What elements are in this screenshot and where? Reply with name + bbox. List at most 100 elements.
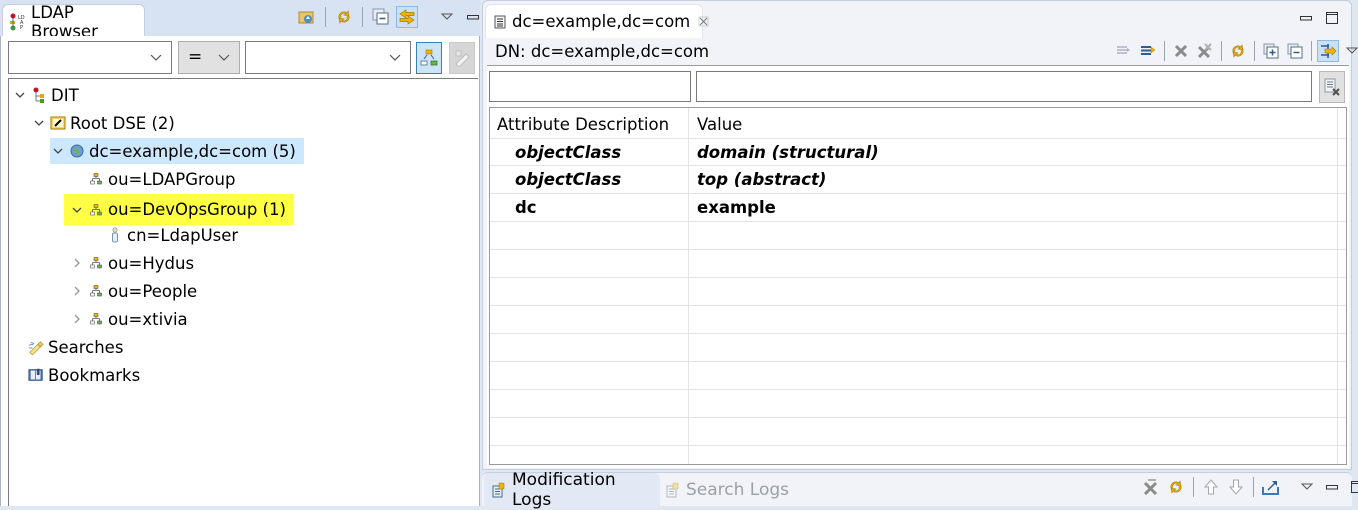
ou-icon: [88, 202, 104, 218]
dit-icon: [31, 87, 47, 103]
svg-text:P: P: [20, 25, 23, 31]
tab-entry-editor[interactable]: dc=example,dc=com: [485, 4, 703, 38]
filter-value-combo[interactable]: [245, 41, 411, 74]
expanded-chevron-icon[interactable]: [69, 202, 85, 218]
collapsed-chevron-icon[interactable]: [69, 255, 85, 271]
minimize-icon: [466, 13, 480, 21]
editor-maximize-button[interactable]: [1321, 7, 1343, 29]
toolbar-separator: [1193, 477, 1194, 497]
logs-view: Modification Logs Search Logs: [482, 472, 1352, 506]
tree-item-dit[interactable]: DIT: [12, 82, 79, 108]
attribute-filter-input[interactable]: [489, 71, 691, 102]
expanded-chevron-icon[interactable]: [31, 115, 47, 131]
dn-bar: DN: dc=example,dc=com: [487, 38, 1349, 66]
tree-item-dc-example[interactable]: dc=example,dc=com (5): [50, 138, 304, 164]
logs-view-menu-button[interactable]: [1296, 476, 1318, 498]
entry-editor-icon: [494, 15, 506, 29]
modification-logs-icon: [492, 482, 506, 498]
minimize-button[interactable]: [462, 6, 484, 28]
operator-combo[interactable]: =: [178, 41, 240, 74]
value-cell[interactable]: domain (structural): [697, 143, 879, 162]
table-row[interactable]: objectClass top (abstract): [490, 166, 1346, 194]
tree-item-ou-devopsgroup[interactable]: ou=DevOpsGroup (1): [64, 194, 294, 225]
tab-label: Search Logs: [686, 480, 789, 500]
searches-icon: [28, 339, 44, 355]
logs-toolbar: [1140, 476, 1358, 498]
logs-maximize-button[interactable]: [1346, 476, 1358, 498]
tree-item-ou-xtivia[interactable]: ou=xtivia: [69, 306, 188, 332]
table-row[interactable]: dc example: [490, 194, 1346, 222]
tab-search-logs[interactable]: Search Logs: [666, 473, 789, 507]
up-icon: [1204, 479, 1218, 495]
attribute-combo[interactable]: [8, 41, 172, 74]
empty-row: [490, 278, 1346, 306]
tree-item-label: ou=xtivia: [108, 310, 188, 329]
editor-window-controls: [1295, 7, 1343, 29]
refresh-logs-button[interactable]: [1165, 476, 1187, 498]
show-decorated-values-button[interactable]: [1317, 40, 1339, 62]
tree-item-root-dse[interactable]: Root DSE (2): [31, 110, 175, 136]
attribute-cell: objectClass: [515, 170, 621, 189]
editor-toolbar: [1113, 40, 1358, 62]
minimize-icon: [1299, 14, 1313, 22]
tree-item-bookmarks[interactable]: Bookmarks: [28, 362, 140, 388]
tree-item-label: DIT: [51, 86, 79, 105]
logs-minimize-button[interactable]: [1321, 476, 1343, 498]
clear-logs-button[interactable]: [1140, 476, 1162, 498]
tree-item-ou-people[interactable]: ou=People: [69, 278, 197, 304]
value-cell[interactable]: top (abstract): [697, 170, 826, 189]
delete-all-button[interactable]: [1194, 40, 1216, 62]
link-with-editor-button[interactable]: [396, 6, 418, 28]
quick-search-button[interactable]: [416, 42, 442, 74]
editor-minimize-button[interactable]: [1295, 7, 1317, 29]
view-menu-button[interactable]: [436, 6, 458, 28]
table-row[interactable]: objectClass domain (structural): [490, 138, 1346, 166]
entry-editor: dc=example,dc=com DN: dc=example,dc=com: [482, 0, 1352, 470]
value-cell[interactable]: example: [697, 198, 776, 217]
tree-item-cn-ldapuser[interactable]: cn=LdapUser: [88, 222, 238, 248]
tree-item-label: dc=example,dc=com (5): [89, 142, 296, 161]
editor-tabbar: dc=example,dc=com: [483, 1, 1351, 37]
collapsed-chevron-icon[interactable]: [69, 311, 85, 327]
tree-item-ou-ldapgroup[interactable]: ou=LDAPGroup: [69, 166, 235, 192]
clear-icon: [1142, 478, 1160, 496]
ou-icon: [88, 171, 104, 187]
root-dse-icon: [50, 115, 66, 131]
refresh-entry-button[interactable]: [1227, 40, 1249, 62]
attribute-cell: dc: [515, 198, 537, 217]
clear-search-button[interactable]: [449, 42, 475, 74]
down-icon: [1229, 479, 1243, 495]
empty-row: [490, 390, 1346, 418]
show-operational-button[interactable]: [1137, 40, 1159, 62]
tree-item-label: Root DSE (2): [70, 114, 175, 133]
value-filter-input[interactable]: [696, 71, 1312, 102]
expanded-chevron-icon[interactable]: [50, 143, 66, 159]
close-tab-icon[interactable]: [698, 16, 709, 27]
tab-ldap-browser[interactable]: LD A P LDAP Browser: [2, 4, 145, 38]
expanded-chevron-icon[interactable]: [12, 87, 28, 103]
column-header-value[interactable]: Value: [697, 115, 742, 134]
editor-menu-button[interactable]: [1341, 40, 1358, 62]
scroll-up-button[interactable]: [1200, 476, 1222, 498]
refresh-button[interactable]: [333, 6, 355, 28]
collapse-all-button[interactable]: [370, 6, 392, 28]
tree-item-searches[interactable]: Searches: [28, 334, 123, 360]
attribute-cell: objectClass: [515, 143, 621, 162]
column-header-attribute[interactable]: Attribute Description: [497, 115, 669, 134]
tree-item-ou-hydus[interactable]: ou=Hydus: [69, 250, 194, 276]
expand-all-button[interactable]: [1260, 40, 1282, 62]
scroll-down-button[interactable]: [1225, 476, 1247, 498]
export-logs-button[interactable]: [1260, 476, 1282, 498]
tab-modification-logs[interactable]: Modification Logs: [484, 473, 660, 507]
open-connection-button[interactable]: [296, 6, 318, 28]
toolbar-separator: [1221, 41, 1222, 61]
delete-button[interactable]: [1170, 40, 1192, 62]
collapsed-chevron-icon[interactable]: [69, 283, 85, 299]
expand-attributes-button[interactable]: [1113, 40, 1135, 62]
collapse-all-attributes-button[interactable]: [1284, 40, 1306, 62]
link-with-editor-icon: [398, 8, 416, 26]
clear-filter-button[interactable]: [1319, 71, 1345, 103]
attribute-filter-row: [487, 67, 1349, 103]
empty-row: [490, 250, 1346, 278]
empty-row: [490, 362, 1346, 390]
